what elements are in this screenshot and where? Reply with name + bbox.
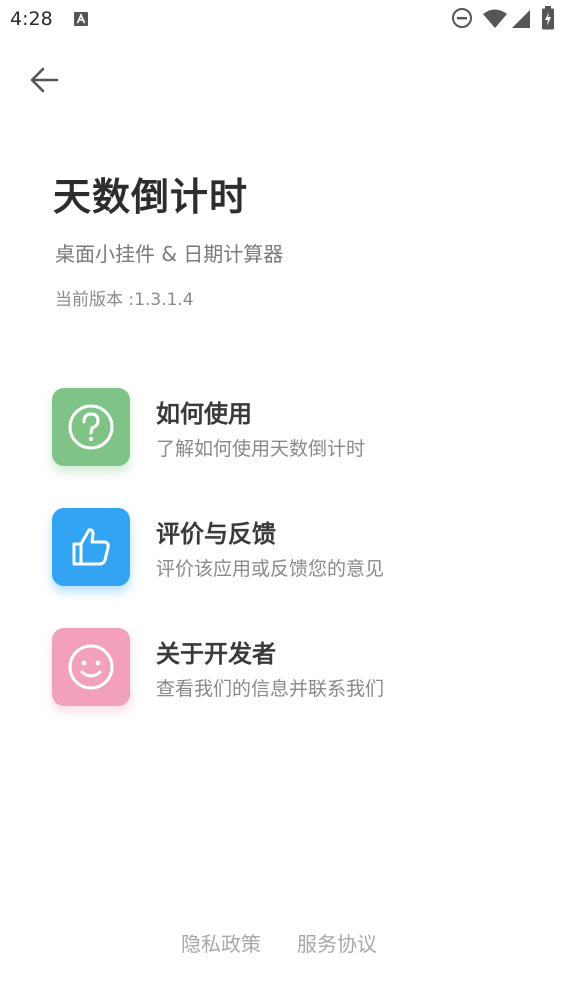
do-not-disturb-icon: [451, 7, 473, 33]
thumbs-up-icon: [52, 508, 130, 586]
app-title: 天数倒计时: [53, 175, 249, 219]
terms-of-service-link[interactable]: 服务协议: [297, 928, 377, 957]
menu-desc: 评价该应用或反馈您的意见: [156, 558, 385, 580]
menu-title: 关于开发者: [156, 640, 276, 668]
menu-desc: 查看我们的信息并联系我们: [156, 678, 385, 700]
question-icon: [52, 388, 130, 466]
menu-title: 如何使用: [156, 400, 252, 428]
menu-title: 评价与反馈: [156, 520, 276, 548]
back-button[interactable]: [22, 62, 66, 102]
signal-icon: [511, 9, 531, 33]
app-subtitle: 桌面小挂件 & 日期计算器: [55, 242, 284, 266]
notification-a-icon: [74, 11, 88, 26]
menu-item-how-to-use[interactable]: 如何使用 了解如何使用天数倒计时: [52, 388, 512, 468]
status-time: 4:28: [10, 8, 53, 30]
wifi-icon: [482, 9, 508, 33]
back-arrow-icon: [29, 66, 59, 98]
menu-item-feedback[interactable]: 评价与反馈 评价该应用或反馈您的意见: [52, 508, 512, 588]
battery-charging-icon: [541, 6, 555, 34]
menu-desc: 了解如何使用天数倒计时: [156, 438, 366, 460]
version-label: 当前版本 :1.3.1.4: [55, 290, 194, 310]
smiley-icon: [52, 628, 130, 706]
privacy-policy-link[interactable]: 隐私政策: [181, 928, 261, 957]
menu-item-about-developer[interactable]: 关于开发者 查看我们的信息并联系我们: [52, 628, 512, 708]
status-bar: 4:28: [0, 0, 565, 40]
